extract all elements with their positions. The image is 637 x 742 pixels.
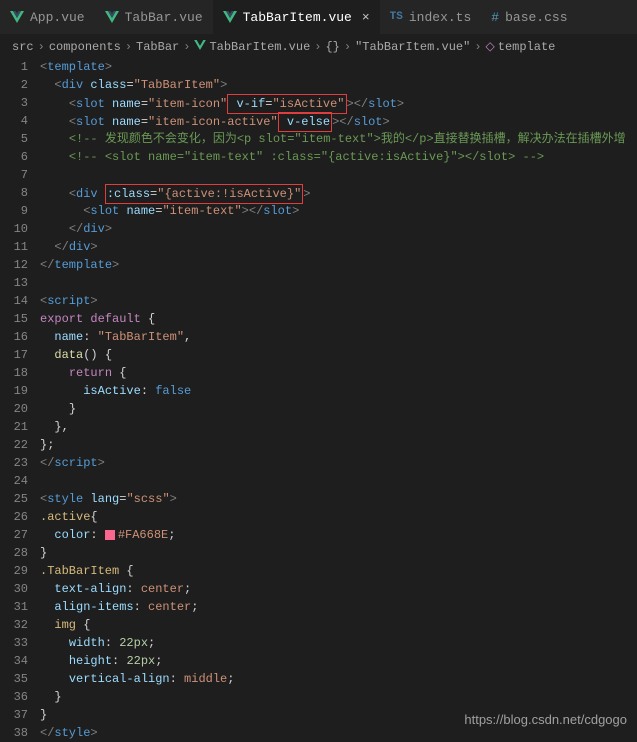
code-line[interactable]: align-items: center; — [40, 598, 637, 616]
tab-TabBar-vue[interactable]: TabBar.vue — [95, 0, 213, 34]
code-line[interactable]: </template> — [40, 256, 637, 274]
code-line[interactable]: <div :class="{active:!isActive}"> — [40, 184, 637, 202]
tab-label: index.ts — [409, 10, 471, 25]
tab-index-ts[interactable]: TS index.ts — [380, 0, 482, 34]
tab-label: base.css — [505, 10, 567, 25]
breadcrumb-item[interactable]: src — [12, 40, 34, 54]
code-line[interactable]: .active{ — [40, 508, 637, 526]
code-line[interactable]: name: "TabBarItem", — [40, 328, 637, 346]
chevron-right-icon: › — [183, 40, 190, 54]
tab-label: TabBarItem.vue — [243, 10, 352, 25]
code-line[interactable]: } — [40, 544, 637, 562]
chevron-right-icon: › — [344, 40, 351, 54]
chevron-right-icon: › — [314, 40, 321, 54]
code-line[interactable]: <style lang="scss"> — [40, 490, 637, 508]
highlight-box: :class="{active:!isActive}" — [105, 184, 303, 204]
code-content[interactable]: <template> <div class="TabBarItem"> <slo… — [40, 58, 637, 742]
vue-icon — [194, 40, 206, 54]
close-icon[interactable]: × — [362, 10, 370, 25]
template-icon: ◇ — [486, 39, 495, 54]
code-line[interactable]: vertical-align: middle; — [40, 670, 637, 688]
code-line[interactable]: text-align: center; — [40, 580, 637, 598]
chevron-right-icon: › — [474, 40, 481, 54]
tab-App-vue[interactable]: App.vue — [0, 0, 95, 34]
css-icon: # — [491, 10, 499, 25]
code-line[interactable]: <!-- <slot name="item-text" :class="{act… — [40, 148, 637, 166]
code-line[interactable]: <slot name="item-text"></slot> — [40, 202, 637, 220]
breadcrumb-item[interactable]: {} — [325, 40, 339, 54]
highlight-box: v-if="isActive" — [227, 94, 346, 114]
code-line[interactable]: } — [40, 688, 637, 706]
color-swatch — [105, 530, 115, 540]
code-line[interactable]: isActive: false — [40, 382, 637, 400]
code-line[interactable]: return { — [40, 364, 637, 382]
breadcrumb-item[interactable]: "TabBarItem.vue" — [355, 40, 470, 54]
code-line[interactable] — [40, 472, 637, 490]
code-line[interactable] — [40, 274, 637, 292]
breadcrumb: src › components › TabBar › TabBarItem.vue › {}… — [0, 35, 637, 58]
code-line[interactable]: </div> — [40, 220, 637, 238]
code-line[interactable]: .TabBarItem { — [40, 562, 637, 580]
code-editor[interactable]: 1234567891011121314151617181920212223242… — [0, 58, 637, 742]
code-line[interactable]: <template> — [40, 58, 637, 76]
tab-label: App.vue — [30, 10, 85, 25]
vue-icon — [10, 11, 24, 23]
chevron-right-icon: › — [38, 40, 45, 54]
code-line[interactable]: img { — [40, 616, 637, 634]
chevron-right-icon: › — [125, 40, 132, 54]
breadcrumb-item[interactable]: ◇ template — [486, 39, 556, 54]
highlight-box: v-else — [278, 112, 332, 132]
tab-label: TabBar.vue — [125, 10, 203, 25]
code-line[interactable]: export default { — [40, 310, 637, 328]
breadcrumb-item[interactable]: TabBarItem.vue — [194, 40, 310, 54]
code-line[interactable]: } — [40, 400, 637, 418]
tab-base-css[interactable]: # base.css — [481, 0, 577, 34]
code-line[interactable]: }, — [40, 418, 637, 436]
code-line[interactable]: data() { — [40, 346, 637, 364]
code-line[interactable]: width: 22px; — [40, 634, 637, 652]
line-number-gutter: 1234567891011121314151617181920212223242… — [0, 58, 40, 742]
code-line[interactable]: <slot name="item-icon-active" v-else></s… — [40, 112, 637, 130]
code-line[interactable]: <script> — [40, 292, 637, 310]
code-line[interactable]: <div class="TabBarItem"> — [40, 76, 637, 94]
breadcrumb-item[interactable]: TabBar — [136, 40, 179, 54]
code-line[interactable]: </script> — [40, 454, 637, 472]
code-line[interactable]: color: #FA668E; — [40, 526, 637, 544]
vue-icon — [223, 11, 237, 23]
code-line[interactable]: <slot name="item-icon" v-if="isActive"><… — [40, 94, 637, 112]
tab-TabBarItem-vue[interactable]: TabBarItem.vue × — [213, 0, 380, 34]
code-line[interactable]: </div> — [40, 238, 637, 256]
code-line[interactable]: }; — [40, 436, 637, 454]
watermark: https://blog.csdn.net/cdgogo — [464, 712, 627, 727]
breadcrumb-item[interactable]: components — [49, 40, 121, 54]
ts-icon: TS — [390, 11, 403, 23]
code-line[interactable]: <!-- 发现颜色不会变化，因为<p slot="item-text">我的</… — [40, 130, 637, 148]
code-line[interactable]: height: 22px; — [40, 652, 637, 670]
code-line[interactable] — [40, 166, 637, 184]
editor-tabs: App.vue TabBar.vue TabBarItem.vue × TS index.… — [0, 0, 637, 35]
vue-icon — [105, 11, 119, 23]
